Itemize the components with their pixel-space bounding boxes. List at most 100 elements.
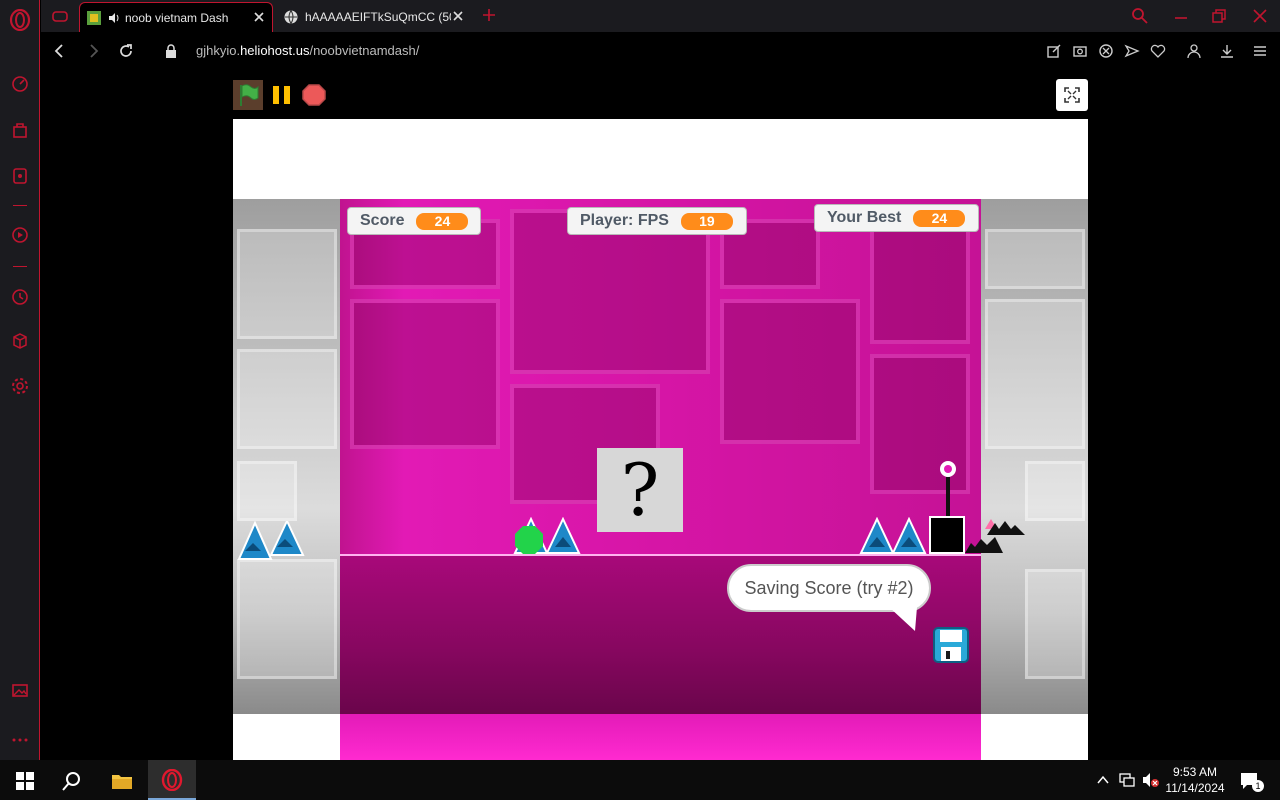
opera-logo-icon[interactable] <box>9 9 31 31</box>
profile-icon[interactable] <box>1186 43 1202 59</box>
tab-noob-vietnam-dash[interactable]: noob vietnam Dash <box>79 2 273 32</box>
letterbox-left <box>233 714 340 760</box>
green-flag-button[interactable] <box>233 80 263 110</box>
ground-glow <box>340 714 981 760</box>
player-value: 19 <box>680 212 733 230</box>
spike-obstacles-left <box>237 521 305 560</box>
address-bar: gjhkyio.heliohost.us/noobvietnamdash/ <box>41 32 1280 70</box>
background-block <box>985 299 1085 449</box>
workspace-icon[interactable] <box>51 8 69 24</box>
tab-title: noob vietnam Dash <box>125 10 229 25</box>
clock-time: 9:53 AM <box>1172 765 1218 779</box>
tab-bar: noob vietnam Dash hAAAAAEIFTkSuQmCC (50 <box>41 0 1280 32</box>
bubble-tail <box>889 607 917 631</box>
lock-icon[interactable] <box>165 44 177 58</box>
clock-date: 11/14/2024 <box>1165 781 1225 795</box>
taskbar-opera-button[interactable] <box>148 760 196 800</box>
heart-icon[interactable] <box>1150 43 1166 59</box>
game-favicon-icon <box>87 10 101 25</box>
background-block <box>237 461 297 521</box>
camera-snapshot-icon[interactable] <box>1072 43 1088 59</box>
best-label: Your Best <box>827 209 902 226</box>
forward-icon[interactable] <box>84 42 102 60</box>
background-block <box>720 299 860 444</box>
stop-button[interactable] <box>299 80 329 110</box>
more-icon[interactable] <box>10 730 30 750</box>
edit-icon[interactable] <box>1046 43 1062 59</box>
page-content: Score 24 Player: FPS 19 Your Best 24 ? S… <box>41 70 1280 760</box>
chevron-up-icon[interactable] <box>1096 774 1110 786</box>
volume-muted-icon[interactable] <box>1142 772 1160 788</box>
history-icon[interactable] <box>10 287 30 307</box>
game-stage[interactable]: Score 24 Player: FPS 19 Your Best 24 ? S… <box>233 119 1088 760</box>
background-left <box>233 199 340 714</box>
restore-icon[interactable] <box>1209 6 1229 26</box>
windows-start-icon[interactable] <box>14 770 36 792</box>
close-tab-icon[interactable] <box>451 9 465 23</box>
sidebar-divider <box>13 266 27 267</box>
best-value: 24 <box>913 209 966 227</box>
background-block <box>1025 569 1085 679</box>
save-disk-icon <box>933 627 969 663</box>
settings-gear-icon[interactable] <box>10 376 30 396</box>
system-clock[interactable]: 9:53 AM 11/14/2024 <box>1162 764 1228 796</box>
send-icon[interactable] <box>1124 43 1140 59</box>
search-icon[interactable] <box>61 770 83 792</box>
score-value: 24 <box>416 212 469 230</box>
pause-button[interactable] <box>267 80 297 110</box>
game-canvas[interactable]: Score 24 Player: FPS 19 Your Best 24 ? S… <box>233 199 1088 760</box>
goal-post <box>929 461 965 554</box>
player-label: Player: FPS <box>580 212 669 229</box>
game-controller-icon[interactable] <box>10 166 30 186</box>
spike-obstacles-right <box>859 517 927 554</box>
tab-image[interactable]: hAAAAAEIFTkSuQmCC (50 <box>277 2 471 32</box>
background-block <box>870 219 970 344</box>
back-icon[interactable] <box>51 42 69 60</box>
opera-browser-icon <box>161 769 183 791</box>
network-icon[interactable] <box>1118 772 1136 788</box>
background-block <box>237 229 337 339</box>
background-right <box>981 199 1088 714</box>
fullscreen-button[interactable] <box>1056 79 1088 111</box>
minimize-icon[interactable] <box>1171 6 1191 26</box>
download-icon[interactable] <box>1219 43 1235 59</box>
spike-cluster <box>965 519 1025 553</box>
url-field[interactable]: gjhkyio.heliohost.us/noobvietnamdash/ <box>196 43 419 58</box>
extensions-cube-icon[interactable] <box>10 331 30 351</box>
search-tabs-icon[interactable] <box>1130 6 1150 26</box>
player-icon[interactable] <box>10 225 30 245</box>
fullscreen-icon <box>1064 87 1080 103</box>
windows-taskbar: 9:53 AM 11/14/2024 1 <box>0 760 1280 800</box>
easy-setup-menu-icon[interactable] <box>1252 43 1268 59</box>
notification-badge: 1 <box>1252 780 1264 792</box>
background-block <box>350 299 500 449</box>
letterbox-right <box>981 714 1088 760</box>
player-character <box>515 526 543 554</box>
adblock-icon[interactable] <box>1098 43 1114 59</box>
reload-icon[interactable] <box>117 42 135 60</box>
url-domain: heliohost.us <box>240 43 310 58</box>
saving-score-bubble: Saving Score (try #2) <box>727 564 931 612</box>
close-window-icon[interactable] <box>1250 6 1270 26</box>
tab-title: hAAAAAEIFTkSuQmCC (50 <box>305 10 451 24</box>
speed-dial-icon[interactable] <box>10 74 30 94</box>
score-label: Score <box>360 212 405 229</box>
url-path: /noobvietnamdash/ <box>309 43 420 58</box>
background-block <box>237 349 337 449</box>
globe-icon <box>284 10 298 25</box>
speaker-icon[interactable] <box>108 12 120 24</box>
shopping-bag-icon[interactable] <box>10 120 30 140</box>
score-display: Score 24 <box>347 207 481 235</box>
sidebar-divider <box>13 205 27 206</box>
best-score-display: Your Best 24 <box>814 204 979 232</box>
gallery-icon[interactable] <box>10 680 30 700</box>
background-block <box>237 559 337 679</box>
background-block <box>1025 461 1085 521</box>
player-fps-display: Player: FPS 19 <box>567 207 747 235</box>
close-tab-icon[interactable] <box>252 10 266 24</box>
new-tab-plus-icon[interactable] <box>481 7 497 23</box>
background-block <box>985 229 1085 289</box>
file-explorer-icon[interactable] <box>111 770 133 792</box>
url-prefix: gjhkyio. <box>196 43 241 58</box>
browser-sidebar <box>0 0 40 760</box>
